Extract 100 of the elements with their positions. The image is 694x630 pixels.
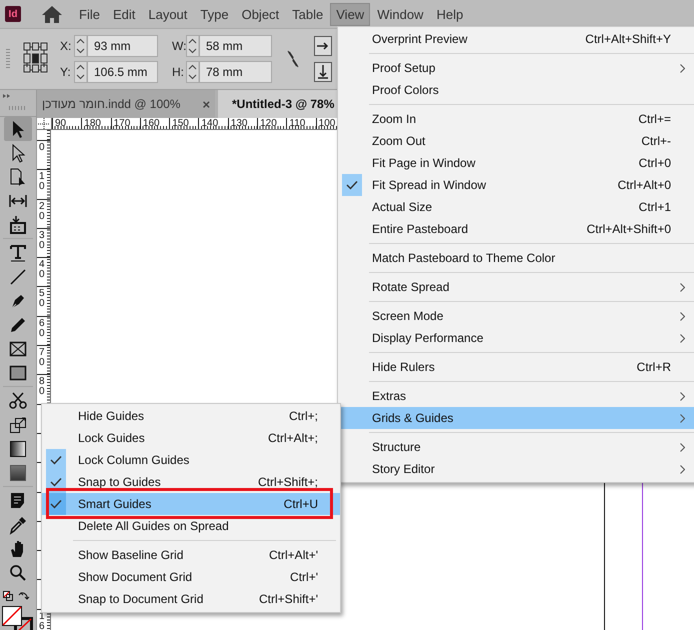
- ruler-label: 130: [228, 118, 258, 129]
- menu-item[interactable]: Hide Rulers Ctrl+R: [338, 356, 694, 378]
- menu-item[interactable]: Show Document Grid Ctrl+': [42, 566, 340, 588]
- gradient-feather-icon: [8, 463, 28, 483]
- field-label: W:: [172, 39, 186, 53]
- ruler-label: 10: [39, 172, 45, 192]
- stepper-icon[interactable]: [74, 61, 87, 83]
- menu-item[interactable]: Fit Spread in Window Ctrl+Alt+0: [338, 174, 694, 196]
- stepper-icon[interactable]: [186, 61, 199, 83]
- rectangle-tool-icon: [8, 363, 28, 383]
- shortcut-label: Ctrl+Alt+0: [616, 178, 671, 192]
- menu-bar-item[interactable]: Table: [286, 2, 330, 26]
- menu-item[interactable]: Actual Size Ctrl+1: [338, 196, 694, 218]
- menu-item[interactable]: Zoom Out Ctrl+-: [338, 130, 694, 152]
- ruler-label: 70: [39, 348, 45, 368]
- line-tool-icon: [8, 267, 28, 287]
- tab-title: חומר מעודכן.indd @ 100%: [42, 97, 180, 111]
- menu-item[interactable]: Grids & Guides: [338, 407, 694, 429]
- menu-item[interactable]: Show Baseline Grid Ctrl+Alt+': [42, 544, 340, 566]
- menu-bar-item[interactable]: Layout: [142, 2, 194, 26]
- stepper-icon[interactable]: [74, 35, 87, 57]
- tab-title: *Untitled-3 @ 78%: [232, 97, 334, 111]
- ruler-label: 110: [286, 118, 316, 129]
- menu-item[interactable]: Screen Mode: [338, 305, 694, 327]
- field-label: X:: [60, 39, 72, 53]
- menu-item[interactable]: Delete All Guides on Spread: [42, 515, 340, 537]
- scissors-icon: [8, 391, 28, 411]
- panel-grip-icon: [9, 106, 27, 110]
- gradient-swatch-icon: [8, 439, 28, 459]
- close-tab-button[interactable]: ×: [202, 96, 210, 112]
- shortcut-label: Ctrl+Shift+': [258, 592, 318, 606]
- shortcut-label: Ctrl+': [289, 570, 318, 584]
- shortcut-label: Ctrl+0: [638, 156, 671, 170]
- input-field[interactable]: 93 mm: [87, 35, 158, 57]
- page-tool-icon: [8, 167, 28, 187]
- home-icon[interactable]: [41, 4, 63, 24]
- field-label: H:: [172, 65, 185, 79]
- shortcut-label: Ctrl+U: [282, 497, 318, 511]
- type-tool-icon: [8, 243, 28, 263]
- ruler-label: 160: [140, 118, 170, 129]
- link-icon[interactable]: [286, 49, 300, 69]
- ruler-label: 60: [39, 318, 45, 339]
- document-tab[interactable]: חומר מעודכן.indd @ 100% ×: [37, 90, 215, 118]
- ruler-label: 40: [39, 260, 45, 280]
- shortcut-label: Ctrl+R: [636, 360, 671, 374]
- menu-item[interactable]: Proof Setup: [338, 57, 694, 79]
- menu-item[interactable]: Fit Page in Window Ctrl+0: [338, 152, 694, 174]
- fill-stroke-icon[interactable]: [1, 589, 35, 630]
- menu-item[interactable]: Overprint Preview Ctrl+Alt+Shift+Y: [338, 28, 694, 50]
- menu-item[interactable]: Extras: [338, 385, 694, 407]
- shortcut-label: Ctrl+Shift+;: [256, 475, 318, 489]
- ruler-label: 0: [39, 143, 45, 153]
- menu-bar-item[interactable]: Object: [236, 2, 286, 26]
- selection-tool-button[interactable]: [4, 117, 32, 141]
- ruler-label: 120: [257, 118, 286, 129]
- rectangle-frame-tool-icon: [8, 339, 28, 359]
- menu-item[interactable]: Match Pasteboard to Theme Color: [338, 247, 694, 269]
- menu-bar-item[interactable]: Window: [371, 2, 430, 26]
- ruler-label: 50: [39, 289, 45, 310]
- field-label: Y:: [60, 65, 72, 79]
- menu-item[interactable]: Proof Colors: [338, 79, 694, 101]
- ruler-label: 80: [39, 377, 45, 398]
- shortcut-label: Ctrl+;: [288, 409, 318, 423]
- stepper-icon[interactable]: [186, 35, 199, 57]
- menu-bar-item[interactable]: View: [330, 2, 370, 26]
- menu-item[interactable]: Lock Column Guides: [42, 449, 340, 471]
- input-field[interactable]: 106.5 mm: [87, 61, 158, 83]
- menu-item[interactable]: Lock Guides Ctrl+Alt+;: [42, 427, 340, 449]
- ruler-label: 20: [39, 202, 45, 222]
- menu-bar-item[interactable]: Help: [430, 2, 470, 26]
- eyedropper-icon: [8, 515, 28, 535]
- menu-item[interactable]: Smart Guides Ctrl+U: [42, 493, 340, 515]
- menu-bar-item[interactable]: Type: [194, 2, 235, 26]
- menu-item[interactable]: Snap to Document Grid Ctrl+Shift+': [42, 588, 340, 610]
- free-transform-icon: [8, 415, 28, 435]
- app-logo: Id: [5, 6, 21, 22]
- zoom-tool-icon: [8, 563, 28, 583]
- menu-item[interactable]: Rotate Spread: [338, 276, 694, 298]
- input-field[interactable]: 78 mm: [199, 61, 272, 83]
- shortcut-label: Ctrl+=: [637, 112, 671, 126]
- menu-bar-item[interactable]: Edit: [106, 2, 142, 26]
- ruler-origin-icon[interactable]: [37, 118, 50, 129]
- input-field[interactable]: 58 mm: [199, 35, 272, 57]
- menu-item[interactable]: Display Performance: [338, 327, 694, 349]
- pencil-tool-icon: [8, 315, 28, 335]
- align-down-icon[interactable]: [314, 62, 332, 82]
- menu-bar-item[interactable]: File: [73, 2, 106, 26]
- menu-item[interactable]: Hide Guides Ctrl+;: [42, 405, 340, 427]
- menu-item[interactable]: Story Editor: [338, 458, 694, 480]
- ruler-label: 150: [169, 118, 198, 129]
- menu-item[interactable]: Entire Pasteboard Ctrl+Alt+Shift+0: [338, 218, 694, 240]
- ruler-label: 140: [198, 118, 228, 129]
- content-collector-icon: [8, 215, 28, 235]
- shortcut-label: Ctrl+1: [638, 200, 671, 214]
- ruler-label: 90: [52, 118, 82, 129]
- align-right-icon[interactable]: [314, 36, 332, 56]
- menu-item[interactable]: Structure: [338, 436, 694, 458]
- shortcut-label: Ctrl+Alt+Shift+Y: [584, 32, 671, 46]
- ruler-label: 30: [39, 230, 45, 251]
- collapse-panel-icon[interactable]: [2, 93, 12, 99]
